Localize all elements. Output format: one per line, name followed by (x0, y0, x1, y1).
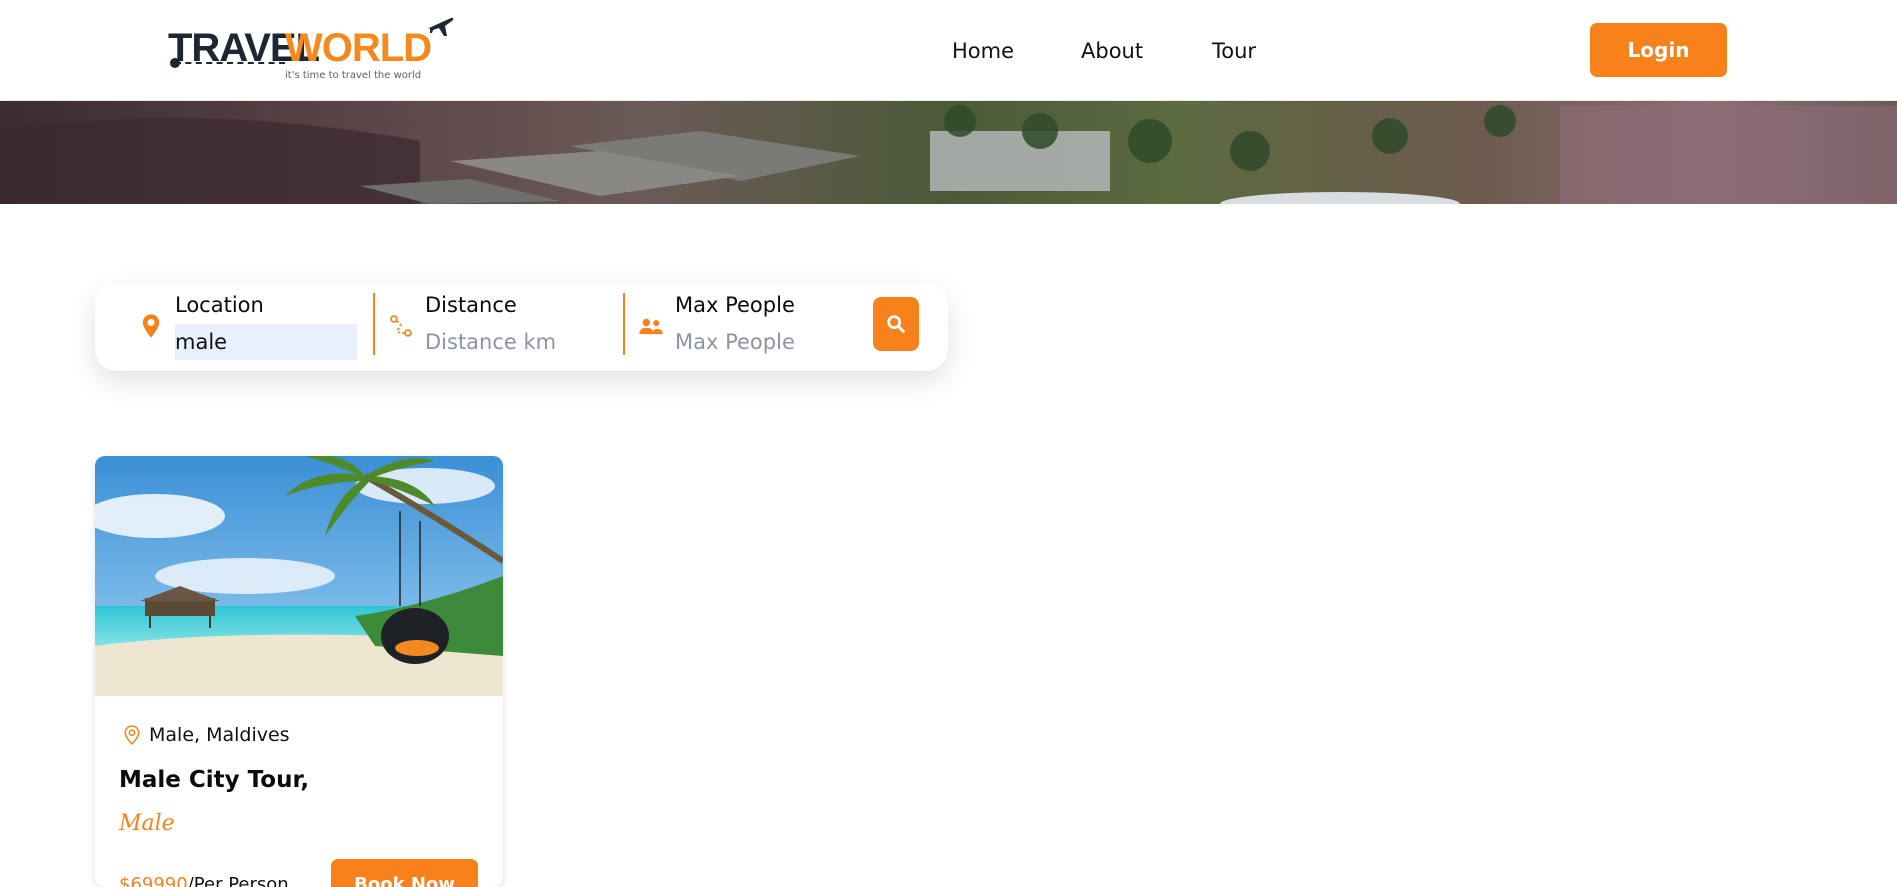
logo-tagline: it's time to travel the world (285, 70, 422, 81)
users-icon (639, 318, 663, 335)
travelworld-logo[interactable]: TRAVEL WORLD it's time to travel the wor… (165, 14, 465, 86)
hero-banner-image (0, 101, 1897, 204)
tour-price: $69990/Per Person (119, 874, 289, 887)
tour-search-bar: Location Distance Max People (95, 283, 948, 371)
map-pin-icon (142, 314, 160, 338)
search-icon (887, 315, 905, 333)
tour-card[interactable]: Male, Maldives Male City Tour, Male $699… (95, 456, 503, 887)
max-people-input[interactable] (675, 324, 857, 360)
logo-dashed-path (175, 62, 285, 64)
nav-link-home[interactable]: Home (952, 39, 1014, 63)
airplane-icon (429, 17, 454, 36)
route-icon (390, 315, 412, 337)
tour-title[interactable]: Male City Tour, (119, 767, 309, 793)
nav-item-home[interactable]: Home (952, 0, 1014, 101)
hero-scenery (0, 105, 1897, 204)
book-now-button[interactable]: Book Now (331, 859, 478, 887)
max-people-label: Max People (675, 293, 795, 317)
site-header: TRAVEL WORLD it's time to travel the wor… (0, 0, 1897, 101)
map-pin-outline-icon (124, 725, 140, 746)
location-input[interactable] (175, 324, 357, 360)
tour-price-unit: /Per Person (187, 874, 289, 887)
location-field: Location (137, 283, 367, 371)
tour-location-text: Male, Maldives (149, 724, 290, 746)
distance-field: Distance (387, 283, 617, 371)
nav-item-about[interactable]: About (1081, 0, 1143, 101)
distance-label: Distance (425, 293, 517, 317)
nav-item-tour[interactable]: Tour (1212, 0, 1256, 101)
tour-location: Male, Maldives (123, 724, 290, 746)
tour-price-amount: $69990 (119, 874, 188, 887)
login-button[interactable]: Login (1590, 23, 1727, 77)
tour-subtitle: Male (119, 811, 175, 836)
distance-input[interactable] (425, 324, 607, 360)
nav-link-tour[interactable]: Tour (1212, 39, 1256, 63)
search-button[interactable] (873, 297, 919, 351)
field-divider (373, 293, 375, 355)
max-people-field: Max People (637, 283, 867, 371)
tour-image (95, 456, 503, 696)
field-divider (623, 293, 625, 355)
location-label: Location (175, 293, 264, 317)
nav-link-about[interactable]: About (1081, 39, 1143, 63)
logo-word-world: WORLD (285, 26, 432, 70)
